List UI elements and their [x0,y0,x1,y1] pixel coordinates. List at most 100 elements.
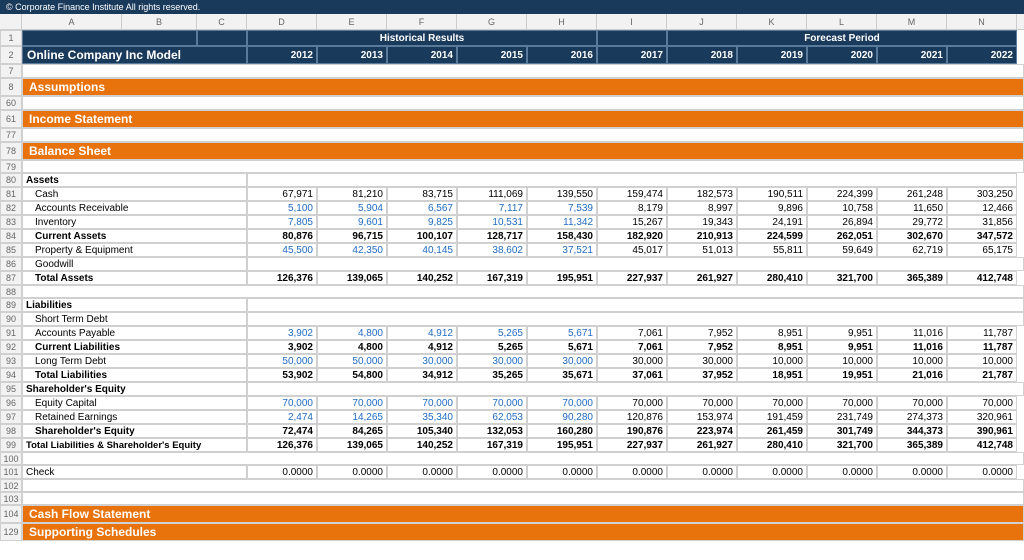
ap-2020: 9,951 [807,326,877,340]
ppe-2017: 45,017 [597,243,667,257]
ppe-2022: 65,175 [947,243,1017,257]
chk-2019: 0.0000 [737,465,807,479]
col-header-row: A B C D E F G H I J K L M N [0,14,1024,30]
row-79: 79 [0,160,1024,173]
row-61: 61 Income Statement [0,110,1024,128]
ar-2022: 12,466 [947,201,1017,215]
cl-2012: 3,902 [247,340,317,354]
ca-2017: 182,920 [597,229,667,243]
rownum-83: 83 [0,215,22,229]
ap-2021: 11,016 [877,326,947,340]
year-2021: 2021 [877,46,947,64]
row-96: 96 Equity Capital 70,000 70,000 70,000 7… [0,396,1024,410]
tl-2017: 37,061 [597,368,667,382]
inv-2018: 19,343 [667,215,737,229]
row-94: 94 Total Liabilities 53,902 54,800 34,91… [0,368,1024,382]
rownum-79: 79 [0,160,22,173]
tlse-2016: 195,951 [527,438,597,452]
rownum-89: 89 [0,298,22,312]
row-93: 93 Long Term Debt 50,000 50,000 30,000 3… [0,354,1024,368]
ca-2016: 158,430 [527,229,597,243]
cl-2019: 8,951 [737,340,807,354]
row-81: 81 Cash 67,971 81,210 83,715 111,069 139… [0,187,1024,201]
row-85: 85 Property & Equipment 45,500 42,350 40… [0,243,1024,257]
ar-2016: 7,539 [527,201,597,215]
ar-2017: 8,179 [597,201,667,215]
ap-2013: 4,800 [317,326,387,340]
row-98: 98 Shareholder's Equity 72,474 84,265 10… [0,424,1024,438]
chk-2016: 0.0000 [527,465,597,479]
rownum-80: 80 [0,173,22,187]
ltd-label: Long Term Debt [22,354,247,368]
inv-2012: 7,805 [247,215,317,229]
row-78: 78 Balance Sheet [0,142,1024,160]
row-91: 91 Accounts Payable 3,902 4,800 4,912 5,… [0,326,1024,340]
supporting-schedules-header: Supporting Schedules [22,523,1024,541]
rownum-95: 95 [0,382,22,396]
spreadsheet: © Corporate Finance Institute All rights… [0,0,1024,560]
cl-2021: 11,016 [877,340,947,354]
empty-60 [22,96,1024,110]
re-2016: 90,280 [527,410,597,424]
row-89: 89 Liabilities [0,298,1024,312]
ec-label: Equity Capital [22,396,247,410]
tlse-2012: 126,376 [247,438,317,452]
row-80: 80 Assets [0,173,1024,187]
cell-1-ab [22,30,197,46]
ec-2020: 70,000 [807,396,877,410]
empty-103 [22,492,1024,505]
rownum-88: 88 [0,285,22,298]
ec-2016: 70,000 [527,396,597,410]
tl-2019: 18,951 [737,368,807,382]
ta-2019: 280,410 [737,271,807,285]
income-statement-header: Income Statement [22,110,1024,128]
empty-100 [22,452,1024,465]
total-assets-label: Total Assets [22,271,247,285]
empty-79 [22,160,1024,173]
current-assets-label: Current Assets [22,229,247,243]
tl-2021: 21,016 [877,368,947,382]
row-83: 83 Inventory 7,805 9,601 9,825 10,531 11… [0,215,1024,229]
row-90: 90 Short Term Debt [0,312,1024,326]
ca-2022: 347,572 [947,229,1017,243]
rownum-100: 100 [0,452,22,465]
se-label: Shareholder's Equity [22,424,247,438]
inv-2019: 24,191 [737,215,807,229]
rownum-8: 8 [0,78,22,96]
se-2019: 261,459 [737,424,807,438]
top-bar: © Corporate Finance Institute All rights… [0,0,1024,14]
col-g-header: G [457,14,527,29]
chk-2014: 0.0000 [387,465,457,479]
row-97: 97 Retained Earnings 2,474 14,265 35,340… [0,410,1024,424]
ar-2020: 10,758 [807,201,877,215]
tlse-2021: 365,389 [877,438,947,452]
ar-2018: 8,997 [667,201,737,215]
ltd-2017: 30,000 [597,354,667,368]
rownum-104: 104 [0,505,22,523]
tl-2014: 34,912 [387,368,457,382]
row-60: 60 [0,96,1024,110]
inv-2017: 15,267 [597,215,667,229]
empty-77 [22,128,1024,142]
ca-2014: 100,107 [387,229,457,243]
cl-label: Current Liabilities [22,340,247,354]
row-77: 77 [0,128,1024,142]
ap-2012: 3,902 [247,326,317,340]
chk-2021: 0.0000 [877,465,947,479]
company-name: Online Company Inc Model [22,46,247,64]
row-87: 87 Total Assets 126,376 139,065 140,252 … [0,271,1024,285]
ec-2021: 70,000 [877,396,947,410]
ap-2014: 4,912 [387,326,457,340]
row-129: 129 Supporting Schedules [0,523,1024,541]
tlse-2014: 140,252 [387,438,457,452]
re-2022: 320,961 [947,410,1017,424]
cash-2018: 182,573 [667,187,737,201]
row-num-header [0,14,22,29]
cl-2018: 7,952 [667,340,737,354]
se-2017: 190,876 [597,424,667,438]
year-2014: 2014 [387,46,457,64]
rownum-84: 84 [0,229,22,243]
tl-2016: 35,671 [527,368,597,382]
year-2013: 2013 [317,46,387,64]
ltd-2016: 30,000 [527,354,597,368]
